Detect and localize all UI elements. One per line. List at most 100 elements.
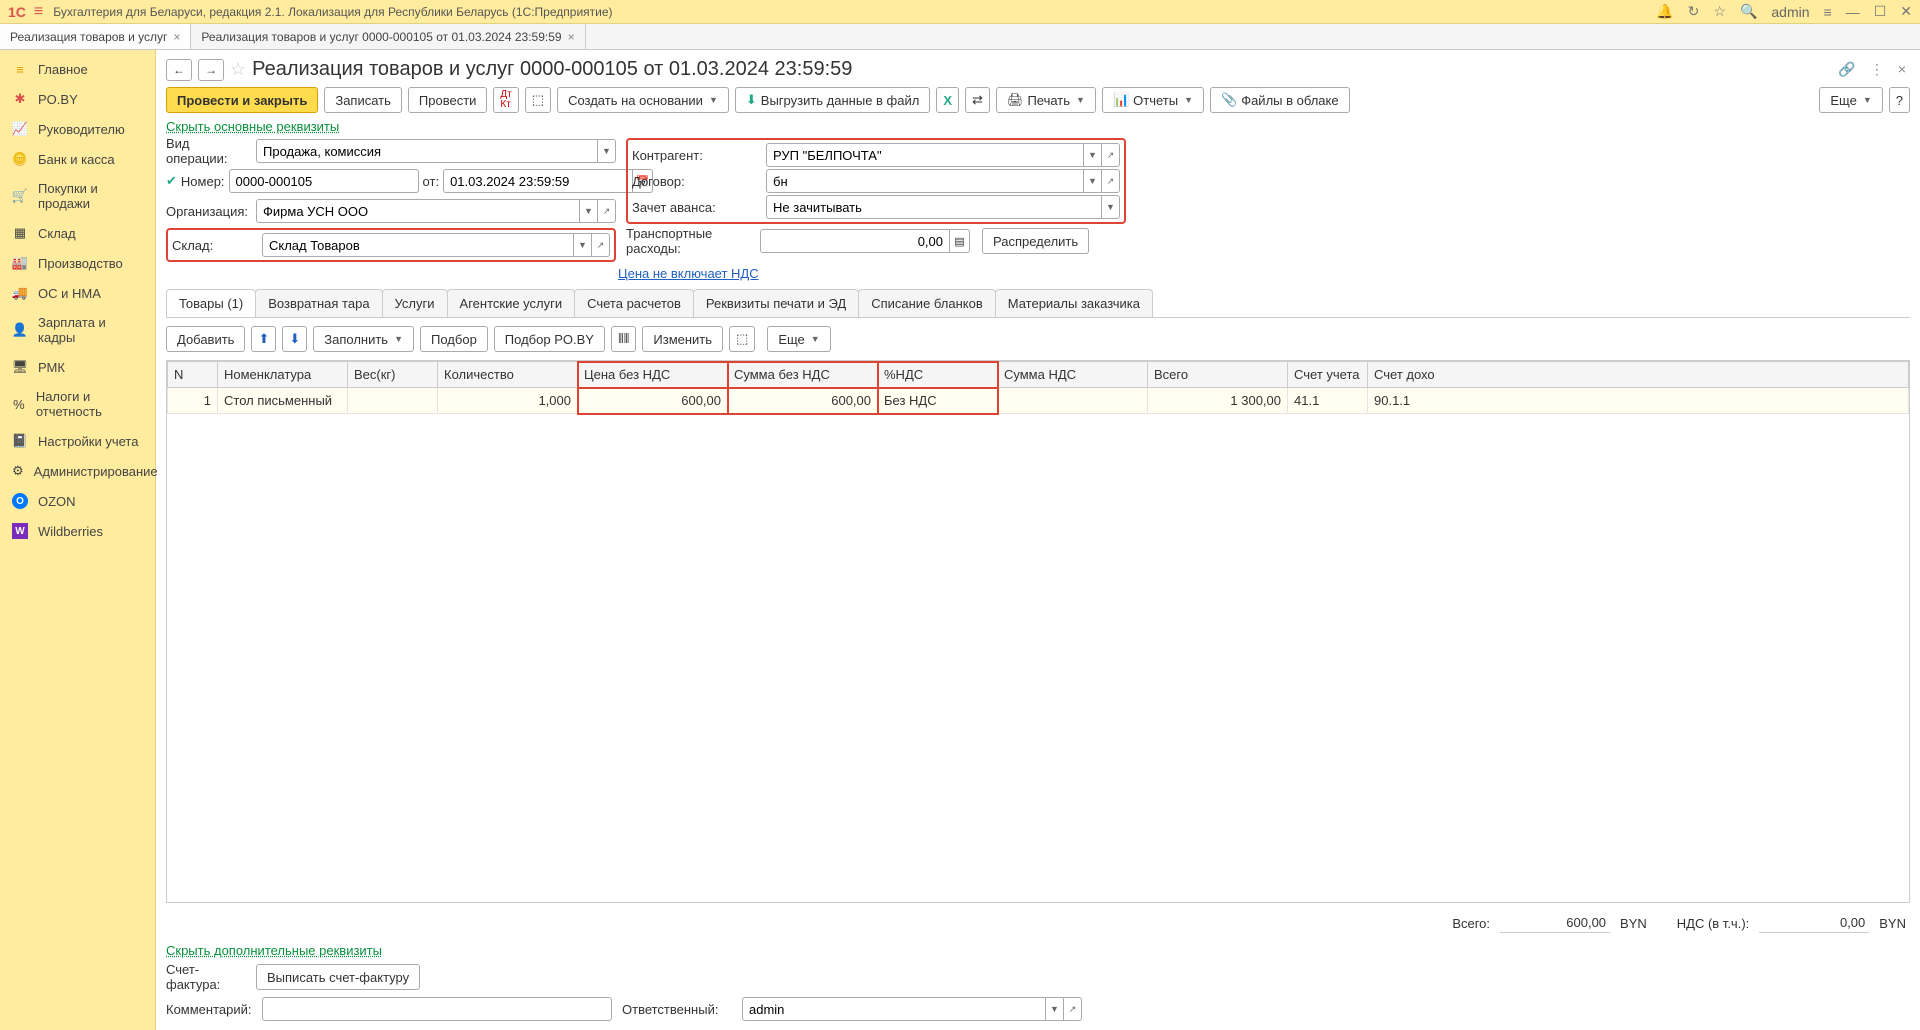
- sidebar-item-main[interactable]: ≡Главное: [0, 54, 155, 84]
- date-input[interactable]: [443, 169, 633, 193]
- sidebar-item-poby[interactable]: ✱PO.BY: [0, 84, 155, 114]
- subtab-accounts[interactable]: Счета расчетов: [574, 289, 694, 317]
- sidebar-item-settings[interactable]: 📓Настройки учета: [0, 426, 155, 456]
- cell-acct2[interactable]: 90.1.1: [1368, 388, 1909, 414]
- close-doc-icon[interactable]: ×: [1894, 59, 1910, 80]
- sidebar-item-rmk[interactable]: 🖥РМК: [0, 352, 155, 382]
- write-invoice-button[interactable]: Выписать счет-фактуру: [256, 964, 420, 990]
- more-button[interactable]: Еще▼: [1819, 87, 1882, 113]
- col-n[interactable]: N: [168, 362, 218, 388]
- open-icon[interactable]: ↗: [1102, 169, 1120, 193]
- table-row[interactable]: 1 Стол письменный 1,000 600,00 600,00 Бе…: [168, 388, 1909, 414]
- export-file-button[interactable]: ⬇Выгрузить данные в файл: [735, 87, 930, 113]
- subtab-goods[interactable]: Товары (1): [166, 289, 256, 317]
- cell-total[interactable]: 1 300,00: [1148, 388, 1288, 414]
- cell-acct[interactable]: 41.1: [1288, 388, 1368, 414]
- cell-qty[interactable]: 1,000: [438, 388, 578, 414]
- sidebar-item-assets[interactable]: 🚚ОС и НМА: [0, 278, 155, 308]
- org-input[interactable]: [256, 199, 580, 223]
- subtab-agent[interactable]: Агентские услуги: [447, 289, 576, 317]
- sidebar-item-sales[interactable]: 🛒Покупки и продажи: [0, 174, 155, 218]
- goods-table[interactable]: N Номенклатура Вес(кг) Количество Цена б…: [166, 360, 1910, 903]
- burger-icon[interactable]: ≡: [34, 3, 43, 21]
- cell-sum[interactable]: 600,00: [728, 388, 878, 414]
- advance-input[interactable]: [766, 195, 1102, 219]
- col-weight[interactable]: Вес(кг): [348, 362, 438, 388]
- col-vatsum[interactable]: Сумма НДС: [998, 362, 1148, 388]
- warehouse-input[interactable]: [262, 233, 574, 257]
- calc-icon[interactable]: ▤: [950, 229, 970, 253]
- distribute-button[interactable]: Распределить: [982, 228, 1089, 254]
- sidebar-item-warehouse[interactable]: ▦Склад: [0, 218, 155, 248]
- sidebar-item-admin[interactable]: ⚙Администрирование: [0, 456, 155, 486]
- open-icon[interactable]: ↗: [598, 199, 616, 223]
- contract-input[interactable]: [766, 169, 1084, 193]
- open-icon[interactable]: ↗: [1102, 143, 1120, 167]
- add-row-button[interactable]: Добавить: [166, 326, 245, 352]
- dropdown-icon[interactable]: ▼: [598, 139, 616, 163]
- dropdown-icon[interactable]: ▼: [1102, 195, 1120, 219]
- pick-button[interactable]: Подбор: [420, 326, 488, 352]
- tab-realization-doc[interactable]: Реализация товаров и услуг 0000-000105 о…: [191, 24, 585, 49]
- col-item[interactable]: Номенклатура: [218, 362, 348, 388]
- pick-poby-button[interactable]: Подбор PO.BY: [494, 326, 605, 352]
- post-button[interactable]: Провести: [408, 87, 488, 113]
- post-close-button[interactable]: Провести и закрыть: [166, 87, 318, 113]
- dropdown-icon[interactable]: ▼: [1046, 997, 1064, 1021]
- close-icon[interactable]: ×: [173, 30, 180, 44]
- sidebar-item-ozon[interactable]: OOZON: [0, 486, 155, 516]
- help-button[interactable]: ?: [1889, 87, 1910, 113]
- print-button[interactable]: 🖨Печать▼: [996, 87, 1096, 113]
- expand-button[interactable]: ⬚: [729, 326, 755, 352]
- maximize-icon[interactable]: ☐: [1874, 3, 1887, 20]
- cell-item[interactable]: Стол письменный: [218, 388, 348, 414]
- cell-vatpct[interactable]: Без НДС: [878, 388, 998, 414]
- subtab-services[interactable]: Услуги: [382, 289, 448, 317]
- cloud-files-button[interactable]: 📎Файлы в облаке: [1210, 87, 1350, 113]
- forward-button[interactable]: →: [198, 59, 224, 81]
- subtab-materials[interactable]: Материалы заказчика: [995, 289, 1153, 317]
- cell-price[interactable]: 600,00: [578, 388, 728, 414]
- edit-button[interactable]: Изменить: [642, 326, 723, 352]
- col-acct2[interactable]: Счет дохо: [1368, 362, 1909, 388]
- col-price[interactable]: Цена без НДС: [578, 362, 728, 388]
- sidebar-item-wb[interactable]: WWildberries: [0, 516, 155, 546]
- create-based-button[interactable]: Создать на основании▼: [557, 87, 729, 113]
- subtab-tara[interactable]: Возвратная тара: [255, 289, 382, 317]
- sidebar-item-hr[interactable]: 👤Зарплата и кадры: [0, 308, 155, 352]
- transport-input[interactable]: [760, 229, 950, 253]
- subtab-print[interactable]: Реквизиты печати и ЭД: [693, 289, 859, 317]
- search-icon[interactable]: 🔍: [1740, 3, 1757, 20]
- sidebar-item-taxes[interactable]: %Налоги и отчетность: [0, 382, 155, 426]
- sidebar-item-manager[interactable]: 📈Руководителю: [0, 114, 155, 144]
- dropdown-icon[interactable]: ▼: [1084, 169, 1102, 193]
- cell-weight[interactable]: [348, 388, 438, 414]
- vat-mode-link[interactable]: Цена не включает НДС: [618, 266, 759, 281]
- favorite-icon[interactable]: ☆: [230, 59, 246, 80]
- barcode-button[interactable]: ⦀⦀: [611, 326, 636, 352]
- dropdown-icon[interactable]: ▼: [1084, 143, 1102, 167]
- excel-button[interactable]: X: [936, 87, 959, 113]
- comment-input[interactable]: [262, 997, 612, 1021]
- user-label[interactable]: admin: [1771, 4, 1809, 20]
- link-icon[interactable]: 🔗: [1834, 59, 1859, 80]
- dtkt-button[interactable]: ДтКт: [493, 87, 518, 113]
- reports-button[interactable]: 📊Отчеты▼: [1102, 87, 1204, 113]
- star-icon[interactable]: ☆: [1713, 3, 1726, 20]
- responsible-input[interactable]: [742, 997, 1046, 1021]
- write-button[interactable]: Записать: [324, 87, 402, 113]
- op-type-input[interactable]: [256, 139, 598, 163]
- col-sum[interactable]: Сумма без НДС: [728, 362, 878, 388]
- hide-extra-link[interactable]: Скрыть дополнительные реквизиты: [166, 943, 382, 958]
- close-icon[interactable]: ✕: [1900, 3, 1912, 20]
- back-button[interactable]: ←: [166, 59, 192, 81]
- subtab-blanks[interactable]: Списание бланков: [858, 289, 996, 317]
- bell-icon[interactable]: 🔔: [1656, 3, 1673, 20]
- open-icon[interactable]: ↗: [592, 233, 610, 257]
- sidebar-item-production[interactable]: 🏭Производство: [0, 248, 155, 278]
- col-acct[interactable]: Счет учета: [1288, 362, 1368, 388]
- col-total[interactable]: Всего: [1148, 362, 1288, 388]
- hide-main-link[interactable]: Скрыть основные реквизиты: [166, 119, 339, 134]
- col-qty[interactable]: Количество: [438, 362, 578, 388]
- exchange-button[interactable]: ⇄: [965, 87, 990, 113]
